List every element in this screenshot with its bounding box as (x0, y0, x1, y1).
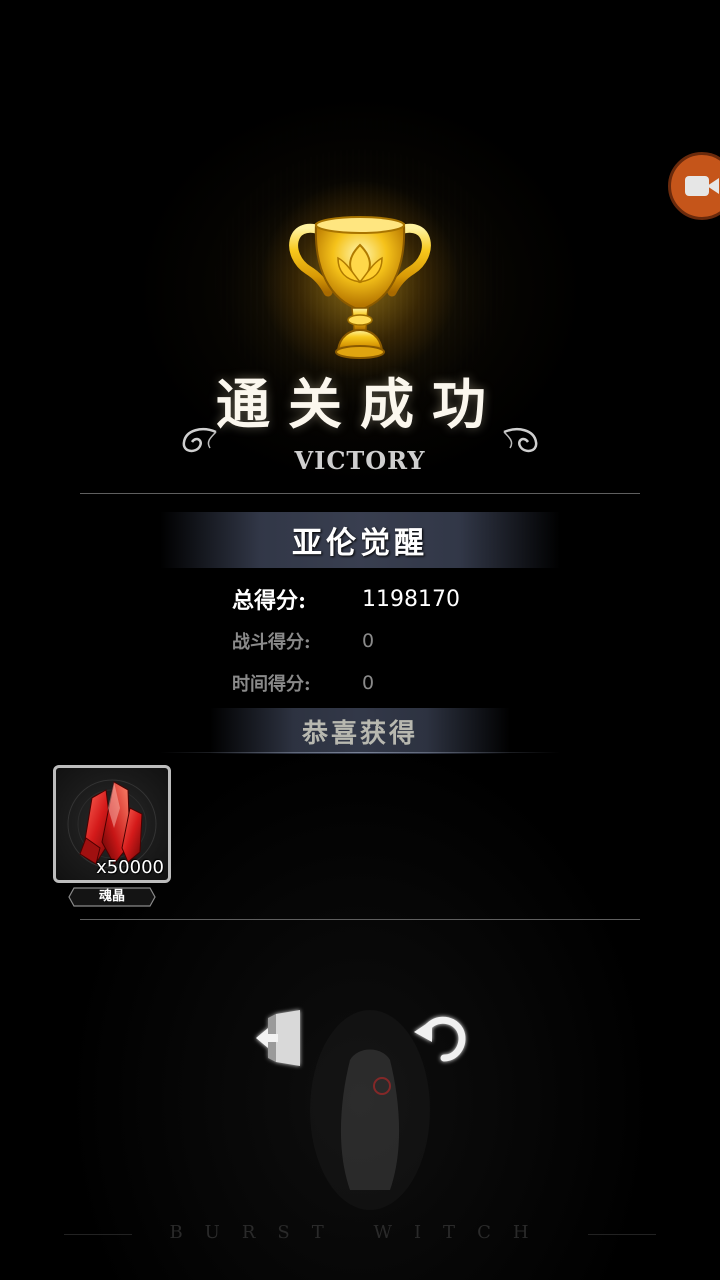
reward-item-card[interactable]: x50000 (53, 765, 171, 883)
battle-score-row: 战斗得分: 0 (232, 626, 552, 656)
time-score-row: 时间得分: 0 (232, 668, 552, 698)
victory-subtitle: VICTORY (294, 446, 426, 475)
divider-top (80, 493, 640, 494)
trophy-icon (289, 216, 431, 359)
battle-score-label: 战斗得分: (232, 632, 311, 653)
exit-button[interactable] (248, 1006, 312, 1070)
reward-item-count: x50000 (96, 857, 164, 878)
reward-item-name: 魂晶 (98, 889, 125, 904)
battle-score-value: 0 (362, 630, 375, 652)
footer-brand: BURST WITCH (169, 1222, 551, 1243)
reward-underline (160, 752, 560, 753)
time-score-value: 0 (362, 672, 375, 694)
retry-button[interactable] (408, 1006, 472, 1070)
stage-name: 亚伦觉醒 (292, 526, 428, 561)
reward-banner: 恭喜获得 (210, 708, 510, 754)
total-score-row: 总得分: 1198170 (232, 584, 552, 615)
exit-door-icon (256, 1010, 300, 1066)
retry-arrow-icon (414, 1016, 466, 1062)
total-score-value: 1198170 (362, 586, 460, 612)
reward-title: 恭喜获得 (301, 718, 418, 749)
time-score-label: 时间得分: (232, 674, 311, 695)
total-score-label: 总得分: (232, 588, 307, 614)
stage-banner: 亚伦觉醒 (160, 512, 560, 568)
victory-screen: 通关成功 VICTORY 亚伦觉醒 总得分: 1198170 战斗得分: 0 时… (0, 0, 720, 1280)
record-button[interactable] (668, 152, 720, 220)
divider-bottom (80, 919, 640, 920)
video-camera-icon (685, 174, 720, 198)
